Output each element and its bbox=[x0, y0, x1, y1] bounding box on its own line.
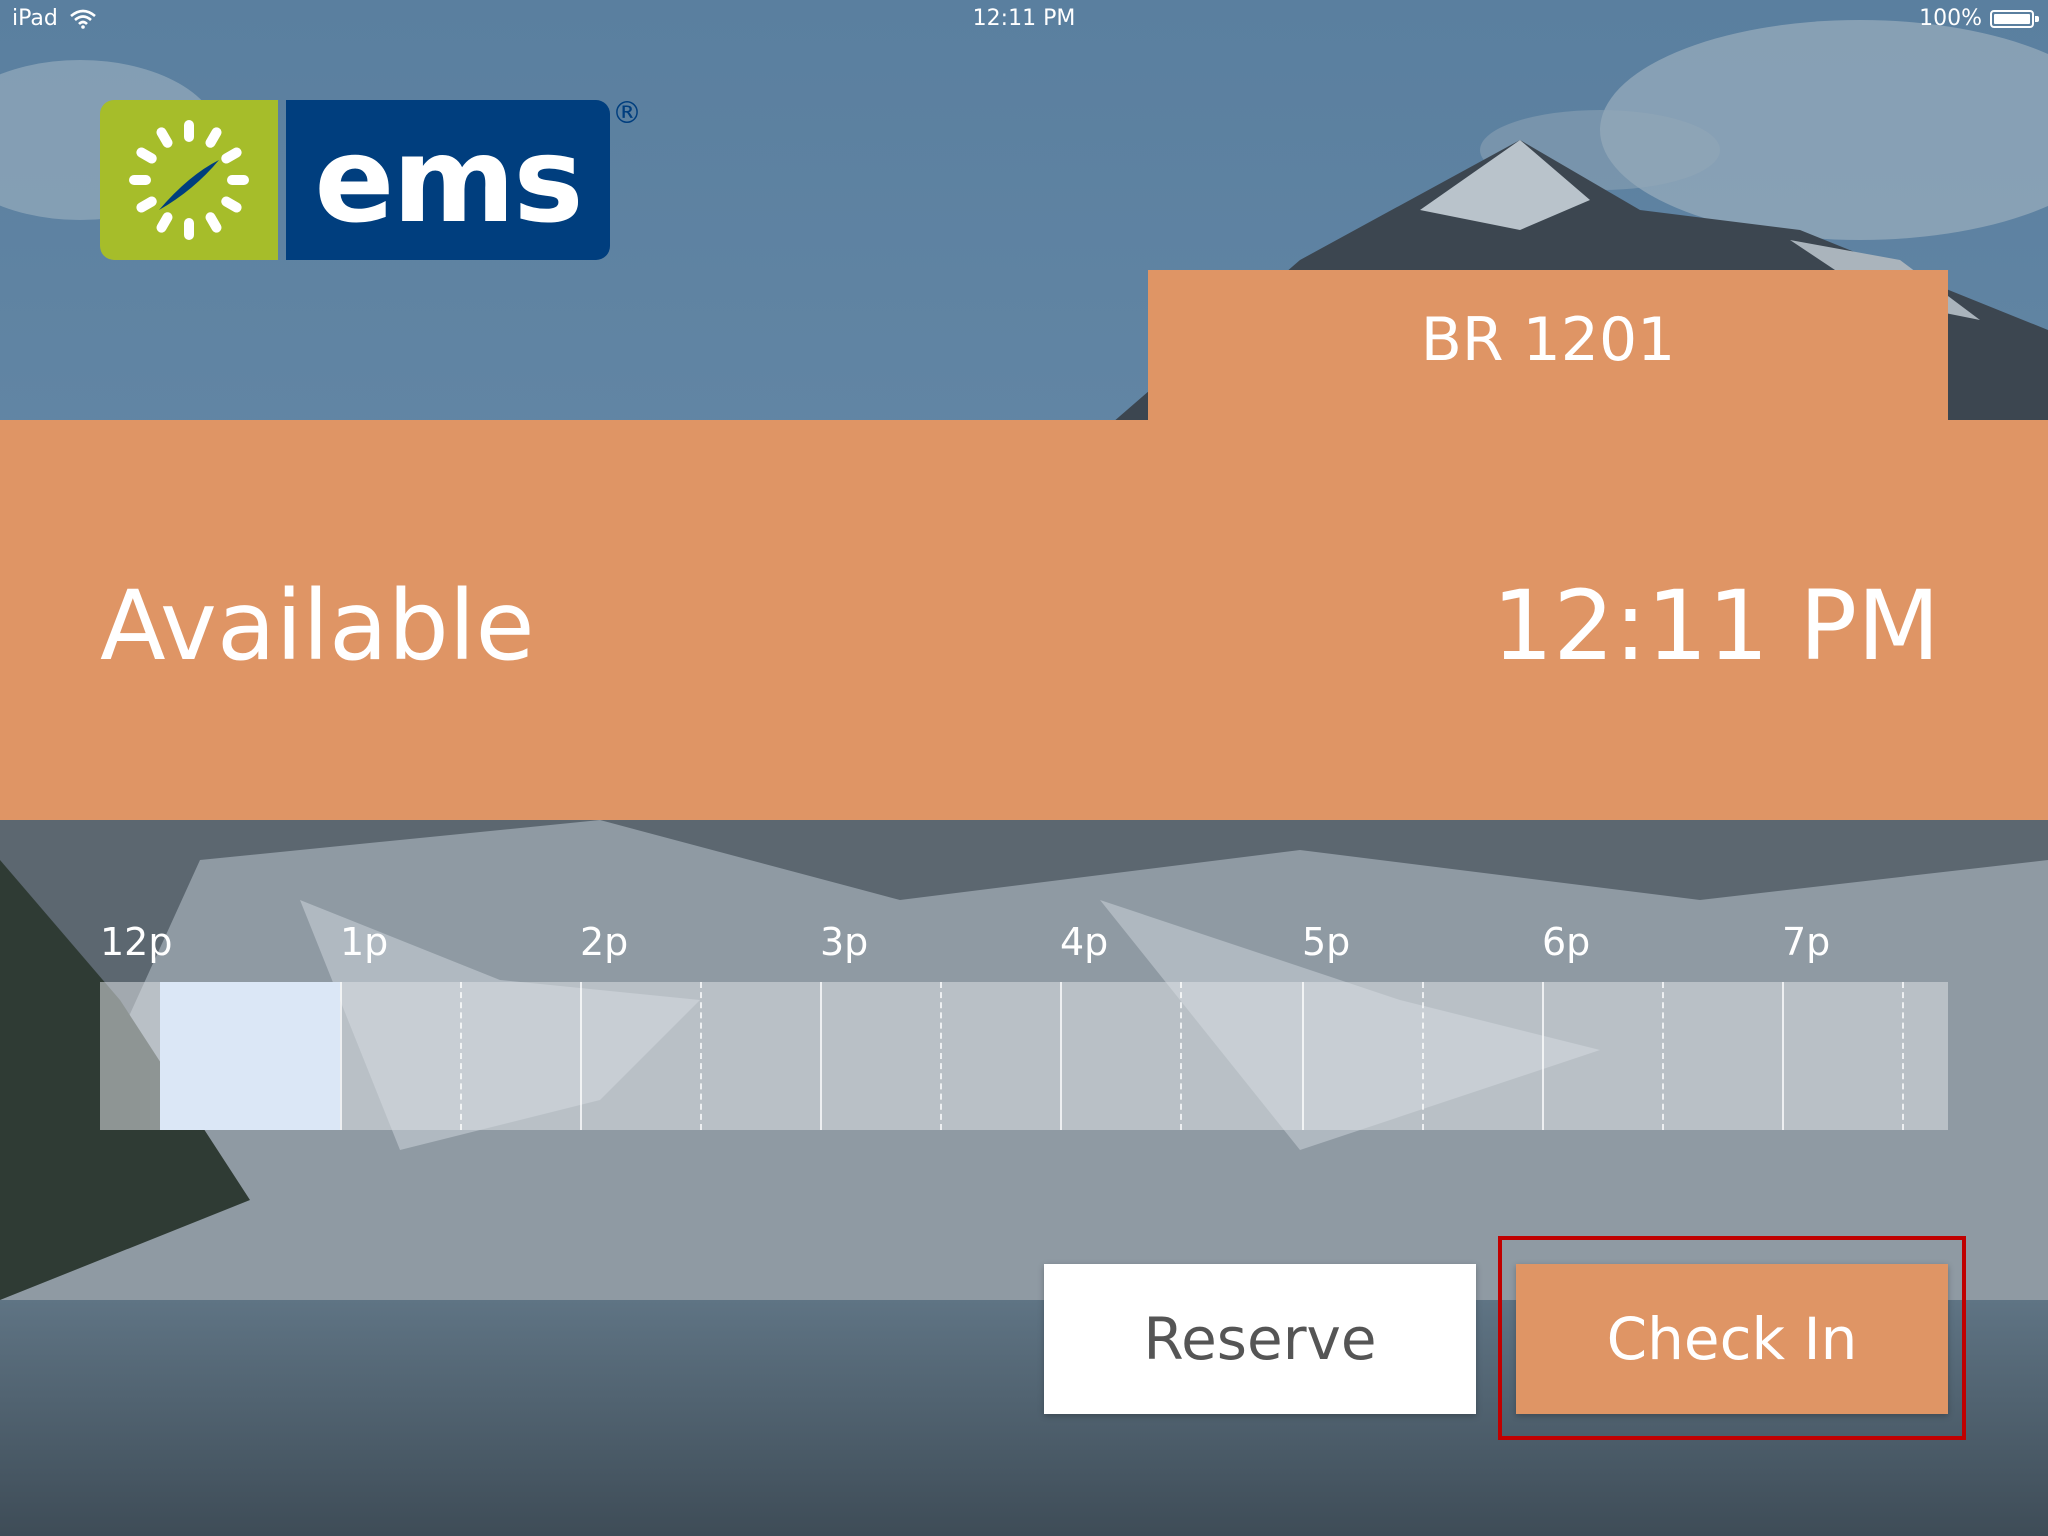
battery-percent: 100% bbox=[1919, 6, 1982, 31]
timeline-hour-label: 2p bbox=[580, 920, 629, 964]
timeline-hour-line bbox=[580, 982, 582, 1130]
availability-status: Available bbox=[100, 570, 535, 682]
status-bar-right: 100% bbox=[1919, 6, 2039, 31]
timeline-hour-label: 3p bbox=[820, 920, 869, 964]
timeline-hour-line bbox=[1782, 982, 1784, 1130]
timeline-hour-line bbox=[340, 982, 342, 1130]
registered-mark: ® bbox=[612, 96, 642, 131]
status-band: Available 12:11 PM bbox=[0, 420, 2048, 820]
status-bar-time: 12:11 PM bbox=[972, 6, 1076, 31]
room-name-tab: BR 1201 bbox=[1148, 270, 1948, 422]
reserve-button[interactable]: Reserve bbox=[1044, 1264, 1476, 1414]
logo-wordmark: ems bbox=[286, 100, 610, 260]
timeline-hour-label: 7p bbox=[1782, 920, 1831, 964]
timeline-hour-label: 4p bbox=[1060, 920, 1109, 964]
status-bar: iPad 12:11 PM 100% bbox=[0, 0, 2048, 40]
battery-icon bbox=[1990, 9, 2039, 28]
timeline-hour-line bbox=[1302, 982, 1304, 1130]
timeline-half-hour-line bbox=[1180, 982, 1182, 1130]
timeline-hour-labels: 12p 1p 2p 3p 4p 5p 6p 7p bbox=[100, 920, 1948, 970]
sunburst-icon bbox=[100, 100, 278, 260]
timeline-hour-label: 6p bbox=[1542, 920, 1591, 964]
timeline-hour-line bbox=[1060, 982, 1062, 1130]
timeline-selected-block[interactable] bbox=[160, 982, 340, 1130]
timeline-hour-label: 5p bbox=[1302, 920, 1351, 964]
timeline-half-hour-line bbox=[700, 982, 702, 1130]
timeline-half-hour-line bbox=[940, 982, 942, 1130]
timeline-half-hour-line bbox=[1662, 982, 1664, 1130]
timeline-half-hour-line bbox=[1902, 982, 1904, 1130]
room-name: BR 1201 bbox=[1420, 305, 1676, 375]
timeline-hour-label: 1p bbox=[340, 920, 389, 964]
timeline-hour-line bbox=[1542, 982, 1544, 1130]
schedule-timeline[interactable] bbox=[100, 982, 1948, 1130]
timeline-hour-line bbox=[820, 982, 822, 1130]
timeline-half-hour-line bbox=[1422, 982, 1424, 1130]
timeline-half-hour-line bbox=[460, 982, 462, 1130]
timeline-hour-label: 12p bbox=[100, 920, 173, 964]
ems-logo: ems ® bbox=[100, 96, 642, 260]
current-time: 12:11 PM bbox=[1492, 570, 1940, 682]
check-in-button[interactable]: Check In bbox=[1516, 1264, 1948, 1414]
